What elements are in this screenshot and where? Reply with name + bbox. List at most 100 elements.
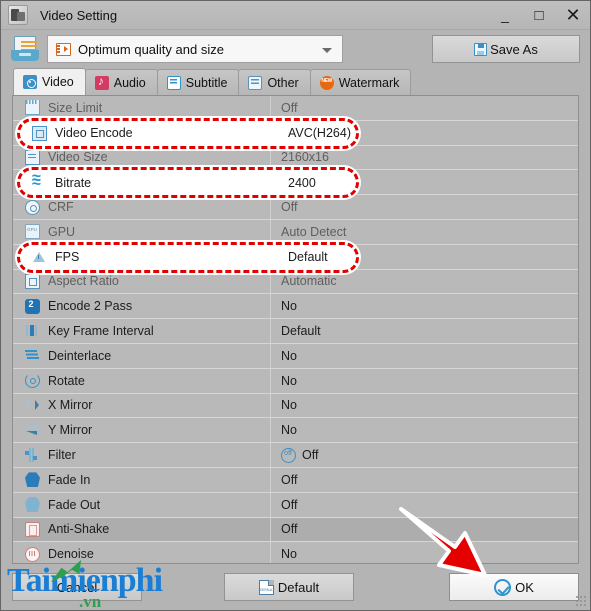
setting-name-cell: Anti-Shake [13,517,271,542]
setting-value-cell[interactable]: Off [271,493,578,517]
setting-name-cell: GPU [13,219,271,244]
setting-value-cell[interactable]: No [271,394,578,418]
preset-dropdown[interactable]: Optimum quality and size [47,35,343,63]
setting-value-label: No [281,299,297,314]
ok-button[interactable]: OK [449,573,579,601]
fade-in-icon [25,472,40,488]
setting-name-label: X Mirror [48,398,93,413]
setting-value-cell[interactable]: Off [271,468,578,492]
tab-subtitle-label: Subtitle [185,75,228,90]
highlight-setting-value: AVC(H264) [278,126,351,140]
tab-audio[interactable]: Audio [84,69,158,95]
y-mirror-icon [25,423,40,438]
highlight-setting-name: FPS [20,250,278,265]
table-row[interactable]: Filter Off [13,443,578,468]
setting-name-cell: Aspect Ratio [13,269,271,294]
setting-value-cell[interactable]: No [271,344,578,368]
title-bar: Video Setting _ □ ✕ [1,1,590,30]
setting-value-label: Off [281,472,298,487]
setting-value-cell[interactable]: No [271,418,578,442]
audio-note-icon [94,74,109,90]
table-row[interactable]: X Mirror No [13,393,578,419]
video-setting-window: Video Setting _ □ ✕ Optimum quality and … [0,0,591,611]
filter-icon [25,447,40,463]
tab-watermark[interactable]: Watermark [309,69,412,95]
setting-name-label: Fade Out [48,497,101,512]
tab-video-label: Video [42,75,74,89]
new-badge-icon [319,75,334,90]
setting-value-label: Default [281,324,321,339]
setting-name-cell: Filter [13,443,271,467]
setting-value-label: Automatic [281,274,337,289]
chevron-down-icon[interactable] [322,48,332,53]
table-row[interactable]: Y Mirror No [13,418,578,444]
setting-name-cell: Video Size [13,145,271,170]
setting-value-cell[interactable]: No [271,294,578,318]
deinterlace-icon [25,348,40,363]
setting-value-cell[interactable]: Off [271,96,578,120]
ok-label: OK [515,579,534,595]
tab-video[interactable]: Video [13,68,86,95]
minimize-button[interactable]: _ [488,2,522,29]
setting-value-cell[interactable]: Default [271,319,578,343]
setting-value-label: No [281,423,297,438]
highlight-setting-name: Bitrate [20,170,278,192]
table-row[interactable]: Encode 2 Pass No [13,294,578,320]
table-row[interactable]: Key Frame Interval Default [13,319,578,344]
sliders-icon [248,75,263,90]
table-row[interactable]: CRF Off [13,195,578,220]
table-row[interactable]: Deinterlace No [13,343,578,369]
setting-value-cell[interactable]: Off [271,195,578,219]
setting-value-cell[interactable]: Automatic [271,270,578,294]
key-frame-icon [25,324,40,339]
cancel-button[interactable]: Cancel [12,573,142,601]
setting-name-cell: CRF [13,195,271,219]
default-page-icon [258,579,274,595]
setting-value-cell[interactable]: Auto Detect [271,220,578,244]
close-button[interactable]: ✕ [556,2,590,29]
highlight-name-label: Video Encode [55,126,133,141]
setting-value-cell[interactable]: No [271,542,578,563]
settings-list[interactable]: Size LimitOffVideo EncodeAVC(H264)Video … [12,95,579,564]
setting-name-label: CRF [48,200,74,215]
save-as-button[interactable]: Save As [432,35,580,63]
video-app-icon [8,5,28,25]
subtitle-icon [166,75,181,90]
highlight-name-label: FPS [55,250,80,265]
table-row[interactable]: Fade Out Off [13,492,578,518]
setting-name-label: Video Size [48,150,108,165]
table-row[interactable]: Aspect Ratio Automatic [13,269,578,295]
setting-value-label: 2160x16 [281,150,329,165]
table-row[interactable]: Rotate No [13,368,578,394]
setting-value-label: Off [281,200,298,215]
table-row[interactable]: Fade In Off [13,467,578,493]
preset-toolbar: Optimum quality and size Save As [1,30,590,68]
setting-value-label: Off [281,100,298,115]
setting-value-cell[interactable]: Off [271,518,578,542]
off-badge-icon [281,447,296,463]
setting-name-label: Filter [48,448,76,463]
tab-other[interactable]: Other [238,69,311,95]
settings-tabs: Video Audio Subtitle Other Watermark [1,68,590,95]
setting-name-cell: Key Frame Interval [13,319,271,343]
maximize-button[interactable]: □ [522,2,556,29]
default-button[interactable]: Default [224,573,354,601]
highlight-box: Bitrate 2400 [17,167,359,199]
setting-value-label: No [281,348,297,363]
setting-name-label: Anti-Shake [48,522,110,537]
highlight-box: FPS Default [17,241,359,273]
setting-name-cell: Rotate [13,368,271,393]
tab-subtitle[interactable]: Subtitle [156,69,240,95]
setting-name-cell: X Mirror [13,393,271,418]
table-row[interactable]: Anti-Shake Off [13,517,578,543]
setting-name-label: Fade In [48,472,91,487]
setting-value-label: No [281,547,297,562]
resize-grip[interactable] [575,595,587,607]
setting-name-label: Y Mirror [48,423,93,438]
setting-value-cell[interactable]: 2160x16 [271,146,578,170]
setting-value-cell[interactable]: Off [271,443,578,467]
setting-value-cell[interactable]: No [271,369,578,393]
check-circle-icon [494,578,512,596]
table-row[interactable]: Denoise No [13,542,578,563]
wave-icon [32,170,47,192]
